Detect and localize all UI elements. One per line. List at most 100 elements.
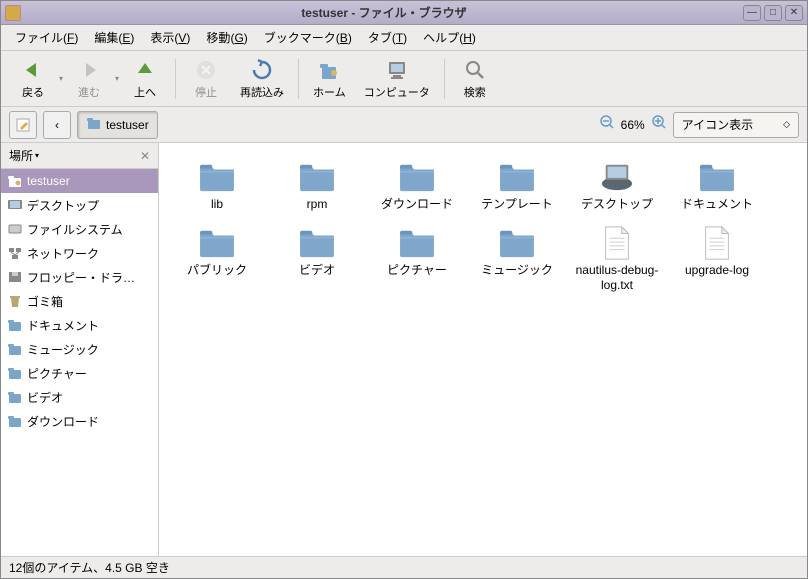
desktop-icon <box>7 197 23 213</box>
sidebar-item-label: デスクトップ <box>27 197 99 214</box>
folder-icon <box>396 159 438 195</box>
sidebar-item-label: ダウンロード <box>27 413 99 430</box>
sidebar-item[interactable]: フロッピー・ドラ… <box>1 265 158 289</box>
grid-item-label: ダウンロード <box>381 197 453 213</box>
grid-item-label: lib <box>211 197 223 213</box>
view-mode-label: アイコン表示 <box>682 116 753 133</box>
forward-icon <box>77 58 101 82</box>
sidebar-item[interactable]: ファイルシステム <box>1 217 158 241</box>
computer-button[interactable]: コンピュータ <box>356 56 438 102</box>
sidebar-item[interactable]: ダウンロード <box>1 409 158 433</box>
grid-item[interactable]: rpm <box>267 155 367 217</box>
floppy-icon <box>7 269 23 285</box>
grid-item-label: ドキュメント <box>681 197 753 213</box>
menu-file[interactable]: ファイル(F) <box>7 25 86 50</box>
back-dropdown[interactable]: ▾ <box>59 74 63 83</box>
up-button[interactable]: 上へ <box>121 56 169 102</box>
stop-icon <box>194 58 218 82</box>
grid-item-label: ピクチャー <box>387 263 447 279</box>
zoom-level: 66% <box>621 118 645 132</box>
main: 場所 ▾ ✕ testuser デスクトップファイルシステムネットワークフロッピー… <box>1 143 807 556</box>
menu-edit[interactable]: 編集(E) <box>86 25 142 50</box>
sidebar-item-label: testuser <box>27 174 70 188</box>
grid-item-label: テンプレート <box>481 197 553 213</box>
grid-item[interactable]: upgrade-log <box>667 221 767 298</box>
sidebar-item[interactable]: testuser <box>1 169 158 193</box>
sidebar-item-label: ミュージック <box>27 341 99 358</box>
desktop-icon <box>596 159 638 195</box>
grid-item[interactable]: ドキュメント <box>667 155 767 217</box>
sidebar-item[interactable]: ビデオ <box>1 385 158 409</box>
window-title: testuser - ファイル・ブラウザ <box>25 4 743 21</box>
folder-icon <box>296 159 338 195</box>
toolbar-separator <box>175 59 176 99</box>
edit-location-button[interactable] <box>9 111 37 139</box>
content-area[interactable]: lib rpm ダウンロード テンプレートデスクトップドキュメントパブリックビデオピク… <box>159 143 807 556</box>
sidebar-item-label: ファイルシステム <box>27 221 123 238</box>
dropdown-icon: ◇ <box>783 119 790 130</box>
sidebar-list: testuser デスクトップファイルシステムネットワークフロッピー・ドラ… ゴミ箱… <box>1 169 158 556</box>
zoom-out-button[interactable] <box>599 114 615 135</box>
menu-view[interactable]: 表示(V) <box>142 25 198 50</box>
menu-bookmarks[interactable]: ブックマーク(B) <box>256 25 360 50</box>
path-back-button[interactable]: ‹ <box>43 111 71 139</box>
grid-item[interactable]: テンプレート <box>467 155 567 217</box>
grid-item-label: ミュージック <box>481 263 553 279</box>
grid-item[interactable]: ピクチャー <box>367 221 467 298</box>
sidebar-item[interactable]: ドキュメント <box>1 313 158 337</box>
folder-icon <box>196 225 238 261</box>
folder-icon <box>7 413 23 429</box>
grid-item[interactable]: パブリック <box>167 221 267 298</box>
back-button[interactable]: 戻る <box>9 56 57 102</box>
close-button[interactable]: ✕ <box>785 5 803 21</box>
folder-icon <box>7 317 23 333</box>
sidebar-header: 場所 ▾ ✕ <box>1 143 158 169</box>
grid-item[interactable]: ミュージック <box>467 221 567 298</box>
toolbar-separator <box>298 59 299 99</box>
zoom-in-button[interactable] <box>651 114 667 135</box>
menu-go[interactable]: 移動(G) <box>198 25 255 50</box>
sidebar-item-label: フロッピー・ドラ… <box>27 269 135 286</box>
grid-item[interactable]: ビデオ <box>267 221 367 298</box>
back-icon <box>21 58 45 82</box>
sidebar-item-label: ゴミ箱 <box>27 293 63 310</box>
up-icon <box>133 58 157 82</box>
grid-item-label: upgrade-log <box>685 263 749 279</box>
sidebar-item[interactable]: デスクトップ <box>1 193 158 217</box>
home-icon <box>7 173 23 189</box>
folder-icon <box>7 365 23 381</box>
sidebar-item[interactable]: ミュージック <box>1 337 158 361</box>
sidebar-header-dropdown[interactable]: 場所 ▾ <box>9 147 39 164</box>
menu-tab[interactable]: タブ(T) <box>360 25 415 50</box>
path-segment[interactable]: testuser <box>77 111 158 139</box>
folder-icon <box>696 159 738 195</box>
grid-item[interactable]: ダウンロード <box>367 155 467 217</box>
home-icon <box>86 116 102 133</box>
path-label: testuser <box>106 118 149 132</box>
grid-item-label: rpm <box>307 197 328 213</box>
reload-button[interactable]: 再読込み <box>232 56 292 102</box>
folder-icon <box>296 225 338 261</box>
folder-icon <box>396 225 438 261</box>
maximize-button[interactable]: □ <box>764 5 782 21</box>
trash-icon <box>7 293 23 309</box>
sidebar-close-icon[interactable]: ✕ <box>140 149 150 163</box>
search-button[interactable]: 検索 <box>451 56 499 102</box>
minimize-button[interactable]: — <box>743 5 761 21</box>
grid-item[interactable]: デスクトップ <box>567 155 667 217</box>
menu-help[interactable]: ヘルプ(H) <box>415 25 484 50</box>
toolbar-separator <box>444 59 445 99</box>
home-icon <box>317 58 341 82</box>
search-icon <box>463 58 487 82</box>
grid-item-label: nautilus-debug-log.txt <box>571 263 663 294</box>
home-button[interactable]: ホーム <box>305 56 354 102</box>
grid-item[interactable]: nautilus-debug-log.txt <box>567 221 667 298</box>
grid-item[interactable]: lib <box>167 155 267 217</box>
sidebar-item[interactable]: ゴミ箱 <box>1 289 158 313</box>
file-icon <box>696 225 738 261</box>
view-mode-select[interactable]: アイコン表示 ◇ <box>673 112 799 138</box>
sidebar-item[interactable]: ピクチャー <box>1 361 158 385</box>
sidebar-item[interactable]: ネットワーク <box>1 241 158 265</box>
sidebar-item-label: ピクチャー <box>27 365 87 382</box>
forward-dropdown[interactable]: ▾ <box>115 74 119 83</box>
